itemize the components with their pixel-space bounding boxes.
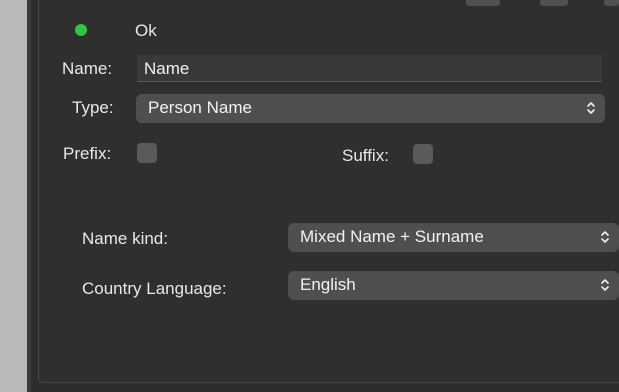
- toolbar-button-partial[interactable]: [466, 0, 500, 6]
- toolbar-button-partial[interactable]: [604, 0, 619, 6]
- suffix-checkbox[interactable]: [413, 144, 433, 164]
- status-text: Ok: [135, 21, 157, 40]
- up-down-chevron-icon: [601, 279, 609, 291]
- name-kind-popup[interactable]: Mixed Name + Surname: [288, 223, 619, 252]
- type-label: Type:: [72, 98, 114, 117]
- type-popup-value: Person Name: [148, 98, 252, 117]
- toolbar-button-partial[interactable]: [540, 0, 568, 6]
- suffix-label: Suffix:: [342, 146, 389, 165]
- name-kind-popup-value: Mixed Name + Surname: [300, 227, 484, 246]
- background-window-edge: [0, 0, 27, 392]
- name-label: Name:: [62, 59, 113, 78]
- name-kind-label: Name kind:: [82, 229, 168, 248]
- name-field-value: Name: [144, 59, 190, 78]
- country-language-popup-value: English: [300, 275, 356, 294]
- up-down-chevron-icon: [587, 102, 595, 114]
- type-popup[interactable]: Person Name: [136, 94, 605, 123]
- name-field[interactable]: Name: [137, 55, 602, 82]
- country-language-label: Country Language:: [82, 279, 227, 298]
- prefix-checkbox[interactable]: [137, 143, 157, 163]
- status-dot-icon: [75, 24, 87, 36]
- country-language-popup[interactable]: English: [288, 271, 619, 300]
- prefix-label: Prefix:: [63, 144, 112, 163]
- up-down-chevron-icon: [601, 231, 609, 243]
